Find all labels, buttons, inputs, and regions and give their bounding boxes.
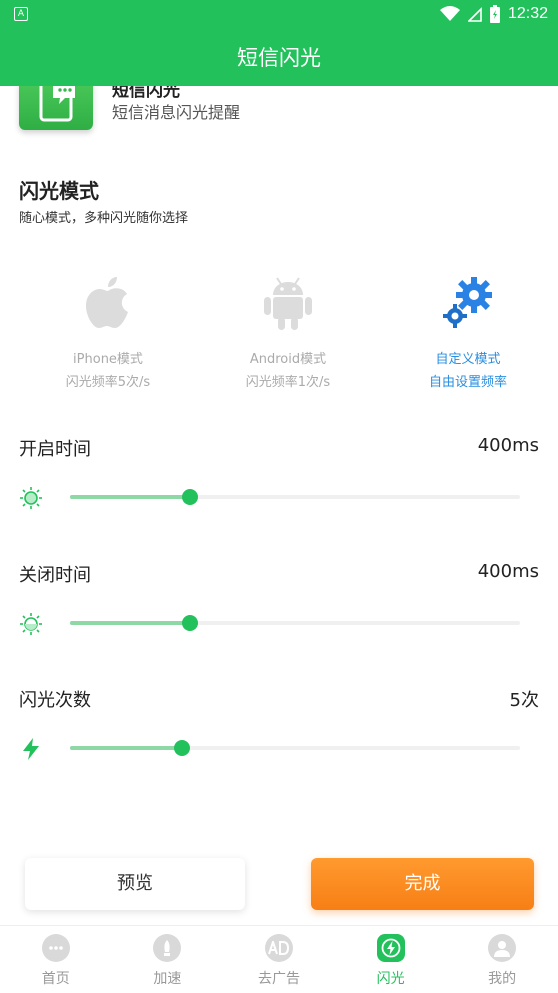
slider-thumb[interactable] xyxy=(174,740,191,756)
tab-label: 闪光 xyxy=(376,971,405,987)
setting-value-flash-count: 5次 xyxy=(509,690,539,711)
tab-label: 首页 xyxy=(41,971,70,987)
status-right: 12:32 xyxy=(439,5,548,23)
status-bar: A 12:32 xyxy=(0,0,558,30)
section-subtitle: 随心模式，多种闪光随你选择 xyxy=(19,211,189,226)
no-sim-icon xyxy=(467,7,482,22)
app-notification-icon: A xyxy=(14,7,28,21)
wifi-icon xyxy=(439,6,460,21)
lightning-icon xyxy=(23,738,39,760)
sun-icon xyxy=(20,487,42,509)
tab-profile[interactable]: 我的 xyxy=(446,926,558,993)
done-button[interactable]: 完成 xyxy=(311,858,534,910)
sms-flash-app-icon xyxy=(19,86,93,130)
flash-count-slider[interactable] xyxy=(70,740,520,756)
tab-speedup[interactable]: 加速 xyxy=(112,926,224,993)
chat-icon xyxy=(41,934,70,962)
off-time-slider[interactable] xyxy=(70,615,520,631)
mode-desc: 闪光频率5次/s xyxy=(65,375,151,390)
feature-card: 短信闪光 短信消息闪光提醒 xyxy=(0,86,558,140)
mode-label: iPhone模式 xyxy=(73,352,143,367)
android-icon xyxy=(264,277,312,330)
setting-value-off-time: 400ms xyxy=(477,561,539,582)
setting-value-on-time: 400ms xyxy=(477,435,539,456)
tab-label: 加速 xyxy=(153,971,182,987)
bottom-tab-bar: 首页 加速 去广告 闪光 我的 xyxy=(0,925,558,993)
app-bar: 短信闪光 xyxy=(0,30,558,86)
user-icon xyxy=(488,934,517,962)
setting-label-flash-count: 闪光次数 xyxy=(19,690,91,711)
mode-option-iphone[interactable]: iPhone模式 闪光频率5次/s xyxy=(18,270,198,390)
sun-dim-icon xyxy=(20,613,42,635)
section-title: 闪光模式 xyxy=(19,179,99,203)
setting-label-on-time: 开启时间 xyxy=(19,439,91,460)
on-time-slider[interactable] xyxy=(70,489,520,505)
apple-icon xyxy=(86,277,128,328)
ad-icon xyxy=(264,934,293,962)
slider-fill xyxy=(70,621,191,625)
slider-thumb[interactable] xyxy=(182,489,199,505)
preview-button[interactable]: 预览 xyxy=(25,858,245,910)
mode-label: Android模式 xyxy=(249,352,327,367)
slider-thumb[interactable] xyxy=(182,615,199,631)
mode-option-android[interactable]: Android模式 闪光频率1次/s xyxy=(198,270,378,390)
status-time: 12:32 xyxy=(507,5,548,22)
setting-label-off-time: 关闭时间 xyxy=(19,565,91,586)
mode-desc: 自由设置频率 xyxy=(428,375,507,390)
tab-label: 我的 xyxy=(488,971,517,987)
rocket-icon xyxy=(153,934,182,962)
flash-icon xyxy=(376,934,405,962)
gears-icon xyxy=(443,277,492,328)
tab-remove-ads[interactable]: 去广告 xyxy=(223,926,335,993)
tab-home[interactable]: 首页 xyxy=(0,926,112,993)
mode-option-custom[interactable]: 自定义模式 自由设置频率 xyxy=(378,270,558,390)
tab-label: 去广告 xyxy=(257,971,300,987)
mode-desc: 闪光频率1次/s xyxy=(245,375,331,390)
slider-fill xyxy=(70,746,183,750)
card-subtitle: 短信消息闪光提醒 xyxy=(112,103,241,122)
slider-fill xyxy=(70,495,191,499)
tab-flash[interactable]: 闪光 xyxy=(335,926,447,993)
mode-label: 自定义模式 xyxy=(435,352,501,367)
page-title: 短信闪光 xyxy=(237,46,321,70)
battery-icon xyxy=(489,5,500,23)
